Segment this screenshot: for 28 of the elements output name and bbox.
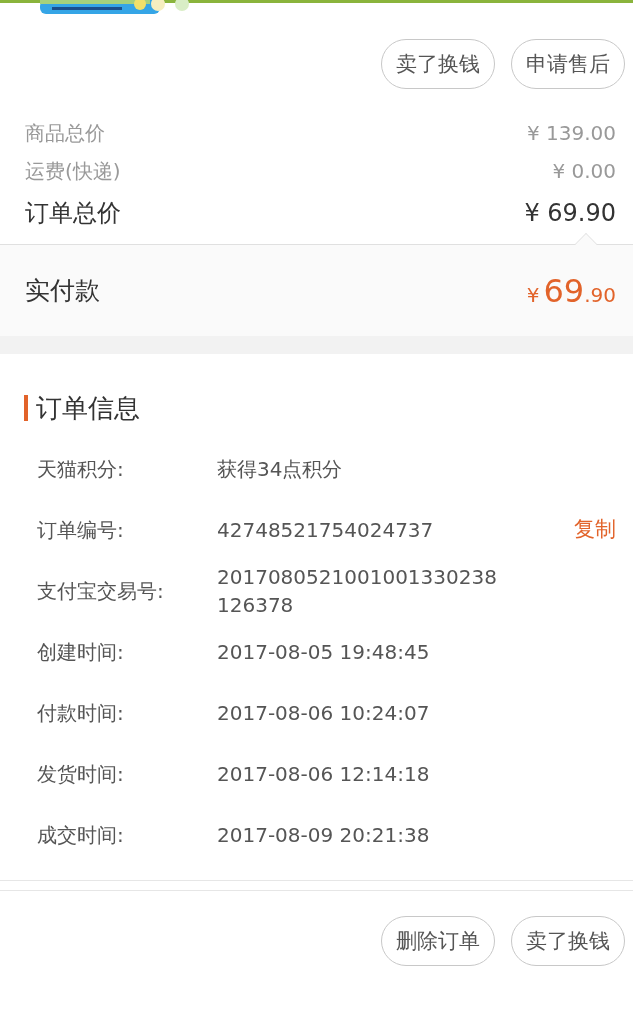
price-label: 运费(快递) xyxy=(25,158,121,185)
info-label: 发货时间: xyxy=(37,760,125,788)
info-label: 创建时间: xyxy=(37,638,125,666)
info-value: 获得34点积分 xyxy=(217,455,344,483)
info-value: 2017080521001001330238126378 xyxy=(217,563,498,619)
action-button[interactable]: 卖了换钱 xyxy=(381,39,495,89)
action-button[interactable]: 删除订单 xyxy=(381,916,495,966)
price-value: ¥ 139.00 xyxy=(526,120,616,147)
section-title: 订单信息 xyxy=(36,391,140,425)
paid-amount: ¥69.90 xyxy=(526,270,616,312)
info-label: 支付宝交易号: xyxy=(37,577,165,605)
info-value: 2017-08-06 12:14:18 xyxy=(217,760,431,788)
info-value: 42748521754024737 xyxy=(217,516,435,544)
info-value: 2017-08-05 19:48:45 xyxy=(217,638,431,666)
action-button[interactable]: 卖了换钱 xyxy=(511,916,625,966)
action-button[interactable]: 申请售后 xyxy=(511,39,625,89)
price-label: 订单总价 xyxy=(25,198,121,229)
price-label: 商品总价 xyxy=(25,120,105,147)
info-value: 2017-08-09 20:21:38 xyxy=(217,821,431,849)
price-value: ¥ 69.90 xyxy=(524,198,616,229)
price-value: ¥ 0.00 xyxy=(552,158,616,185)
info-label: 成交时间: xyxy=(37,821,125,849)
accent-bar xyxy=(24,395,28,421)
info-label: 订单编号: xyxy=(37,516,125,544)
info-value: 2017-08-06 10:24:07 xyxy=(217,699,431,727)
info-label: 天猫积分: xyxy=(37,455,125,483)
paid-label: 实付款 xyxy=(25,274,100,307)
info-label: 付款时间: xyxy=(37,699,125,727)
